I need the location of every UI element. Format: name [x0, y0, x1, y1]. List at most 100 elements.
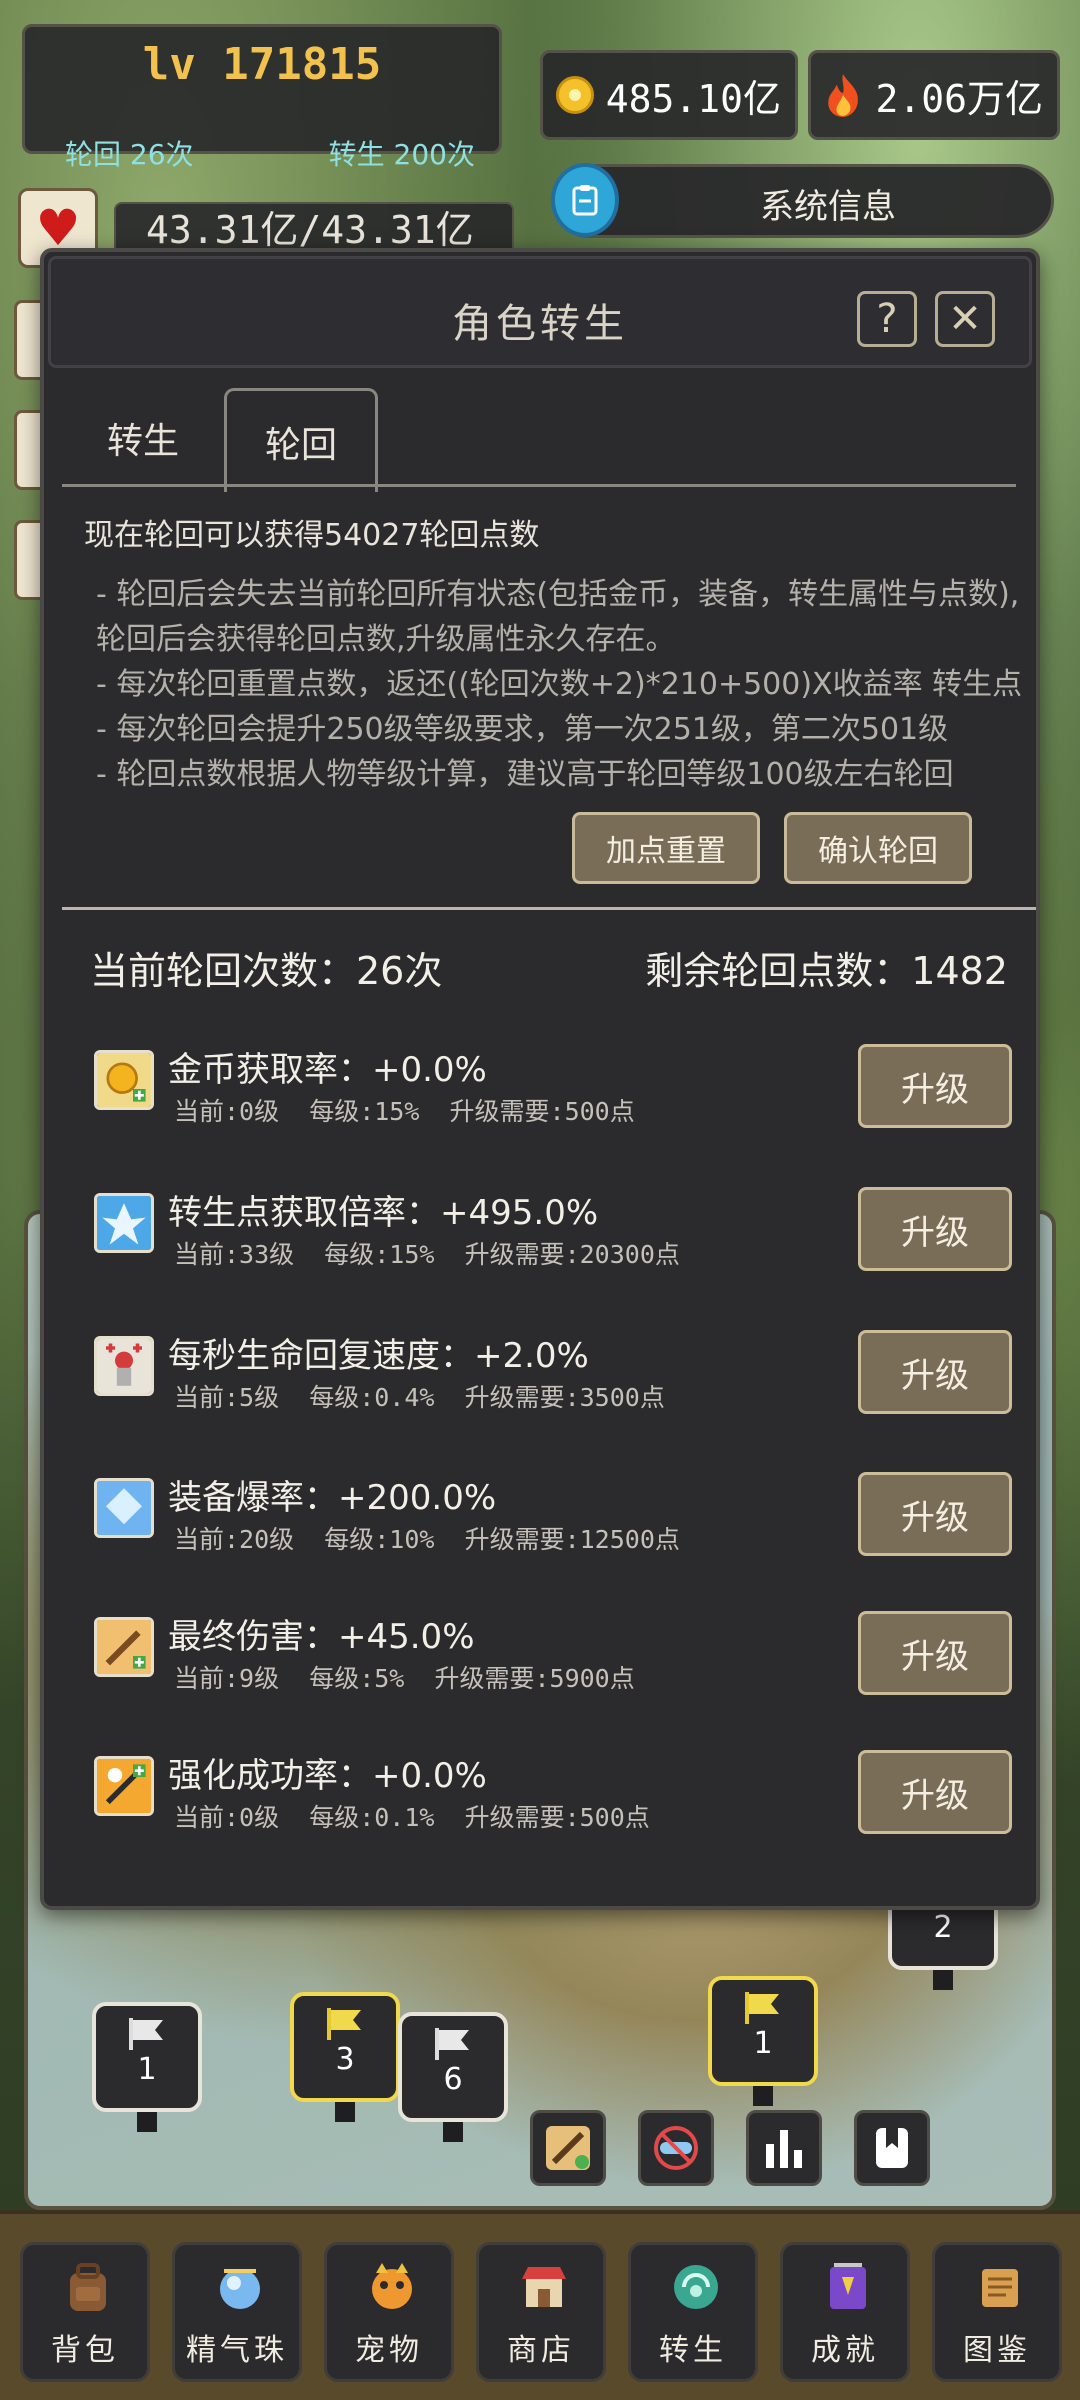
sword-scroll-tool[interactable]	[530, 2110, 606, 2186]
divider	[62, 907, 1036, 910]
stats-tool[interactable]	[746, 2110, 822, 2186]
upgrade-button[interactable]: 升级	[858, 1472, 1012, 1556]
rule-line: - 轮回点数根据人物等级计算，建议高于轮回等级100级左右轮回	[96, 757, 954, 792]
coin-icon	[553, 73, 597, 117]
current-cycle-count: 当前轮回次数：26次	[90, 949, 443, 993]
bottom-nav: 背包 精气珠 宠物 商店 转生 成就 图鉴	[0, 2210, 1080, 2400]
attribute-row: 强化成功率：+0.0% 当前:0级 每级:0.1% 升级需要:500点 升级	[84, 1728, 1024, 1848]
help-icon: ?	[876, 296, 898, 342]
help-button[interactable]: ?	[857, 291, 917, 347]
final-damage-icon	[94, 1617, 154, 1677]
codex-scroll-icon	[982, 2269, 1018, 2307]
drop-rate-icon	[94, 1478, 154, 1538]
achievement-book-icon	[830, 2263, 866, 2309]
attribute-detail: 当前:20级 每级:10% 升级需要:12500点	[174, 1525, 680, 1554]
rebirth-count: 转生 200次	[328, 138, 475, 171]
sword-icon	[546, 2126, 590, 2170]
cycle-count: 轮回 26次	[65, 138, 194, 171]
level-panel: lv 171815 轮回 26次 转生 200次	[22, 24, 502, 171]
rule-line: - 轮回后会失去当前轮回所有状态(包括金币，装备，转生属性与点数),轮回后会获得…	[96, 577, 1020, 657]
system-info-panel[interactable]: 系统信息	[551, 163, 1054, 238]
upgrade-button[interactable]: 升级	[858, 1330, 1012, 1414]
map-flag[interactable]: 6	[398, 2012, 508, 2142]
fire-amount: 2.06万亿	[875, 76, 1043, 121]
attribute-row: 金币获取率：+0.0% 当前:0级 每级:15% 升级需要:500点 升级	[84, 1022, 1024, 1142]
nav-label: 精气珠	[186, 2333, 288, 2368]
nav-label: 商店	[507, 2333, 575, 2368]
nav-label: 图鉴	[963, 2333, 1031, 2368]
nav-label: 宠物	[355, 2333, 423, 2368]
flag-label: 3	[335, 2042, 355, 2077]
nav-label: 转生	[659, 2333, 727, 2368]
attribute-title: 金币获取率：+0.0%	[168, 1050, 487, 1090]
attribute-title: 强化成功率：+0.0%	[168, 1756, 487, 1796]
map-flag[interactable]: 1	[708, 1976, 818, 2106]
attribute-detail: 当前:33级 每级:15% 升级需要:20300点	[174, 1240, 680, 1269]
attribute-row: 最终伤害：+45.0% 当前:9级 每级:5% 升级需要:5900点 升级	[84, 1589, 1024, 1709]
nav-label: 背包	[51, 2333, 119, 2368]
enhance-rate-icon	[94, 1756, 154, 1816]
bar-chart-icon	[766, 2130, 802, 2168]
map-flag[interactable]: 3	[290, 1992, 400, 2122]
points-available: 现在轮回可以获得54027轮回点数	[84, 518, 540, 553]
attribute-row: 转生点获取倍率：+495.0% 当前:33级 每级:15% 升级需要:20300…	[84, 1165, 1024, 1285]
tab-reincarnation[interactable]: 轮回	[224, 388, 378, 492]
player-level: lv 171815	[142, 39, 382, 90]
tab-divider	[62, 484, 1016, 487]
flag-icon	[745, 1992, 779, 2024]
attribute-detail: 当前:5级 每级:0.4% 升级需要:3500点	[174, 1383, 665, 1412]
nav-spirit-orb[interactable]: 精气珠	[172, 2242, 302, 2382]
confirm-reincarnation-button[interactable]: 确认轮回	[784, 812, 972, 884]
attribute-title: 装备爆率：+200.0%	[168, 1478, 497, 1518]
flag-label: 2	[933, 1910, 953, 1945]
close-button[interactable]: ✕	[935, 291, 995, 347]
attribute-row: 每秒生命回复速度：+2.0% 当前:5级 每级:0.4% 升级需要:3500点 …	[84, 1308, 1024, 1428]
nav-label: 成就	[811, 2333, 879, 2368]
nav-achievement[interactable]: 成就	[780, 2242, 910, 2382]
rebirth-point-icon	[94, 1193, 154, 1253]
shop-icon	[522, 2267, 566, 2307]
hp-regen-icon	[94, 1336, 154, 1396]
nav-backpack[interactable]: 背包	[20, 2242, 150, 2382]
reset-points-button[interactable]: 加点重置	[572, 812, 760, 884]
gold-amount: 485.10亿	[605, 76, 781, 121]
upgrade-button[interactable]: 升级	[858, 1187, 1012, 1271]
upgrade-button[interactable]: 升级	[858, 1750, 1012, 1834]
flag-label: 1	[753, 2026, 773, 2061]
map-flag[interactable]: 1	[92, 2002, 202, 2132]
rules-list: - 轮回后会失去当前轮回所有状态(包括金币，装备，转生属性与点数),轮回后会获得…	[96, 572, 1026, 797]
attribute-detail: 当前:0级 每级:0.1% 升级需要:500点	[174, 1803, 650, 1832]
telescope-tool[interactable]	[638, 2110, 714, 2186]
telescope-icon	[654, 2126, 698, 2170]
close-icon: ✕	[948, 296, 982, 342]
flag-icon	[327, 2008, 361, 2040]
nav-pet[interactable]: 宠物	[324, 2242, 454, 2382]
upgrade-button[interactable]: 升级	[858, 1044, 1012, 1128]
upgrade-button[interactable]: 升级	[858, 1611, 1012, 1695]
rule-line: - 每次轮回重置点数，返还((轮回次数+2)*210+500)X收益率 转生点	[96, 667, 1023, 702]
flag-icon	[129, 2018, 163, 2050]
tab-rebirth[interactable]: 转生	[66, 392, 220, 492]
flag-icon	[435, 2028, 469, 2060]
attribute-detail: 当前:0级 每级:15% 升级需要:500点	[174, 1097, 635, 1126]
attribute-row: 装备爆率：+200.0% 当前:20级 每级:10% 升级需要:12500点 升…	[84, 1450, 1024, 1570]
modal-header: 角色转生 ? ✕	[48, 256, 1032, 368]
book-tool[interactable]	[854, 2110, 930, 2186]
nav-shop[interactable]: 商店	[476, 2242, 606, 2382]
pet-icon	[372, 2263, 412, 2309]
nav-rebirth[interactable]: 转生	[628, 2242, 758, 2382]
rebirth-modal: 角色转生 ? ✕ 转生 轮回 现在轮回可以获得54027轮回点数 - 轮回后会失…	[40, 248, 1040, 1910]
orb-icon	[220, 2269, 260, 2309]
attribute-title: 最终伤害：+45.0%	[168, 1617, 475, 1657]
system-info-title: 系统信息	[760, 187, 896, 227]
attribute-title: 每秒生命回复速度：+2.0%	[168, 1336, 589, 1376]
bookmark-icon	[876, 2128, 908, 2168]
flag-label: 1	[137, 2052, 157, 2087]
flame-icon	[821, 73, 865, 117]
nav-codex[interactable]: 图鉴	[932, 2242, 1062, 2382]
gold-rate-icon	[94, 1050, 154, 1110]
rebirth-orb-icon	[674, 2265, 718, 2309]
rule-line: - 每次轮回会提升250级等级要求，第一次251级，第二次501级	[96, 712, 949, 747]
flag-label: 6	[443, 2062, 463, 2097]
attribute-title: 转生点获取倍率：+495.0%	[168, 1193, 599, 1233]
